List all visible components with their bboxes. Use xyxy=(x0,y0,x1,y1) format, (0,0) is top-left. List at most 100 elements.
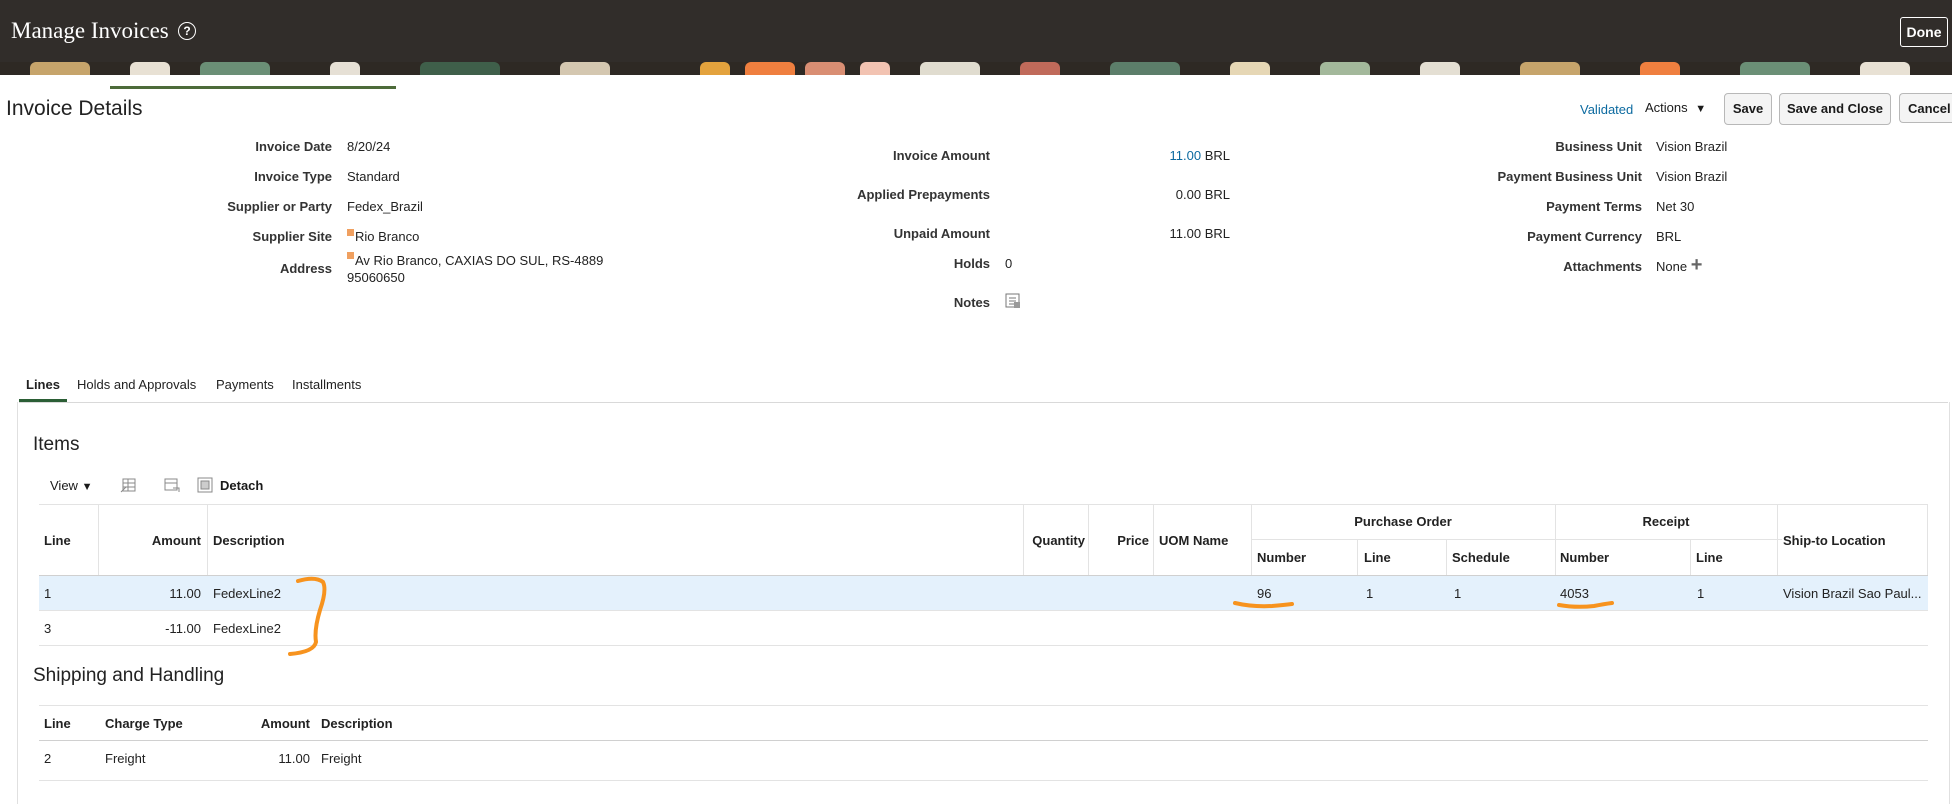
supplier-site-value: Rio Branco xyxy=(347,229,419,244)
business-unit-value: Vision Brazil xyxy=(1656,139,1728,154)
payment-currency-value: BRL xyxy=(1656,229,1682,244)
freeze-columns-icon[interactable] xyxy=(120,476,138,494)
table-row-2-amount[interactable]: -11.00 xyxy=(102,621,201,636)
page-title: Manage Invoices xyxy=(11,18,169,43)
actions-label: Actions xyxy=(1645,100,1688,115)
col-divider xyxy=(1153,504,1154,575)
add-attachment-icon[interactable]: + xyxy=(1691,254,1703,276)
attachments-value: None + xyxy=(1656,254,1703,276)
col-header-uom[interactable]: UOM Name xyxy=(1159,533,1228,548)
unpaid-amount-value: 11.00 BRL xyxy=(1169,226,1230,241)
row-divider xyxy=(39,780,1928,781)
col-divider xyxy=(98,504,99,575)
annotation-bracket xyxy=(288,576,327,656)
view-menu[interactable]: View ▼ xyxy=(50,478,92,493)
ship-row-description[interactable]: Freight xyxy=(321,751,361,766)
table-top-border xyxy=(39,504,1928,505)
invoice-amount-value: 11.00 BRL xyxy=(1169,148,1231,163)
col-header-amount[interactable]: Amount xyxy=(102,533,201,548)
table-row-1-amount[interactable]: 11.00 xyxy=(102,586,201,601)
save-button[interactable]: Save xyxy=(1724,93,1772,125)
detach-icon[interactable] xyxy=(196,476,214,494)
col-group-receipt: Receipt xyxy=(1642,514,1690,529)
col-divider xyxy=(207,504,208,575)
table-row-1-ship-to: Vision Brazil Sao Paul... xyxy=(1783,586,1922,601)
table-row-1-description[interactable]: FedexLine2 xyxy=(213,586,281,601)
ship-col-header-amount[interactable]: Amount xyxy=(230,716,310,731)
tab-holds-and-approvals[interactable]: Holds and Approvals xyxy=(77,377,196,392)
col-header-quantity[interactable]: Quantity xyxy=(1025,533,1085,548)
items-title: Items xyxy=(33,434,80,455)
table-row-1-line[interactable]: 1 xyxy=(44,586,51,601)
col-header-line[interactable]: Line xyxy=(44,533,71,548)
invoice-amount-link[interactable]: 11.00 xyxy=(1170,148,1202,163)
holds-label: Holds xyxy=(953,256,990,271)
ship-row-charge-type[interactable]: Freight xyxy=(105,751,145,766)
col-header-po-schedule[interactable]: Schedule xyxy=(1452,550,1510,565)
table-row-1-receipt-line: 1 xyxy=(1697,586,1705,601)
actions-menu[interactable]: Actions ▼ xyxy=(1645,100,1706,115)
header-group-divider xyxy=(1555,539,1778,540)
address-value: Av Rio Branco, CAXIAS DO SUL, RS-4889 95… xyxy=(347,252,604,285)
col-header-po-number[interactable]: Number xyxy=(1257,550,1306,565)
annotation-underline-receipt xyxy=(1557,601,1614,609)
col-header-po-line[interactable]: Line xyxy=(1364,550,1391,565)
col-header-receipt-line[interactable]: Line xyxy=(1696,550,1723,565)
applied-prepayments-value: 0.00 BRL xyxy=(1175,187,1230,202)
invoice-date-label: Invoice Date xyxy=(255,139,332,154)
col-header-receipt-number[interactable]: Number xyxy=(1560,550,1609,565)
supplier-label: Supplier or Party xyxy=(227,199,332,214)
supplier-value: Fedex_Brazil xyxy=(347,199,423,214)
col-divider xyxy=(1446,539,1447,575)
wrap-icon[interactable] xyxy=(163,476,181,494)
status-link[interactable]: Validated xyxy=(1580,102,1633,117)
invoice-date-value: 8/20/24 xyxy=(347,139,391,154)
flag-icon xyxy=(347,252,354,259)
col-group-purchase-order: Purchase Order xyxy=(1354,514,1452,529)
tab-installments[interactable]: Installments xyxy=(292,377,361,392)
detach-button[interactable]: Detach xyxy=(220,478,263,493)
col-divider xyxy=(1777,504,1778,575)
save-and-close-button[interactable]: Save and Close xyxy=(1779,93,1891,125)
invoice-amount-label: Invoice Amount xyxy=(892,148,990,163)
table-row-2-line[interactable]: 3 xyxy=(44,621,51,636)
business-unit-label: Business Unit xyxy=(1555,139,1642,154)
cancel-button[interactable]: Cancel xyxy=(1899,93,1952,123)
col-header-description[interactable]: Description xyxy=(213,533,285,548)
ship-row-line[interactable]: 2 xyxy=(44,751,51,766)
table-top-border xyxy=(39,705,1928,706)
attachments-label: Attachments xyxy=(1563,259,1642,274)
table-row-1-po-line: 1 xyxy=(1366,586,1374,601)
col-divider xyxy=(1088,504,1089,575)
payment-currency-label: Payment Currency xyxy=(1527,229,1642,244)
payment-business-unit-value: Vision Brazil xyxy=(1656,169,1728,184)
ship-col-header-line[interactable]: Line xyxy=(44,716,71,731)
col-divider xyxy=(1690,539,1691,575)
header-bottom-border xyxy=(39,740,1928,741)
table-row-2-description[interactable]: FedexLine2 xyxy=(213,621,281,636)
section-title: Invoice Details xyxy=(6,97,143,120)
unpaid-amount-label: Unpaid Amount xyxy=(893,226,990,241)
ship-row-amount[interactable]: 11.00 xyxy=(230,751,310,766)
invoice-type-label: Invoice Type xyxy=(254,169,332,184)
tab-payments[interactable]: Payments xyxy=(216,377,274,392)
notes-icon[interactable] xyxy=(1005,293,1021,309)
caret-down-icon: ▼ xyxy=(1695,103,1707,115)
done-button[interactable]: Done xyxy=(1900,17,1948,47)
col-header-price[interactable]: Price xyxy=(1090,533,1149,548)
ship-col-header-description[interactable]: Description xyxy=(321,716,393,731)
payment-terms-label: Payment Terms xyxy=(1546,199,1642,214)
tab-lines[interactable]: Lines xyxy=(26,377,60,392)
supplier-site-label: Supplier Site xyxy=(252,229,332,244)
notes-label: Notes xyxy=(953,295,990,310)
col-divider xyxy=(1927,504,1928,575)
holds-value: 0 xyxy=(1005,256,1013,271)
decorative-banner xyxy=(0,62,1952,75)
shipping-title: Shipping and Handling xyxy=(33,665,225,686)
accent-line xyxy=(110,86,396,89)
ship-col-header-charge-type[interactable]: Charge Type xyxy=(105,716,183,731)
invoice-type-value: Standard xyxy=(347,169,400,184)
col-header-ship-to[interactable]: Ship-to Location xyxy=(1783,533,1886,548)
help-icon[interactable]: ? xyxy=(178,22,196,40)
table-row-1-po-schedule: 1 xyxy=(1454,586,1462,601)
